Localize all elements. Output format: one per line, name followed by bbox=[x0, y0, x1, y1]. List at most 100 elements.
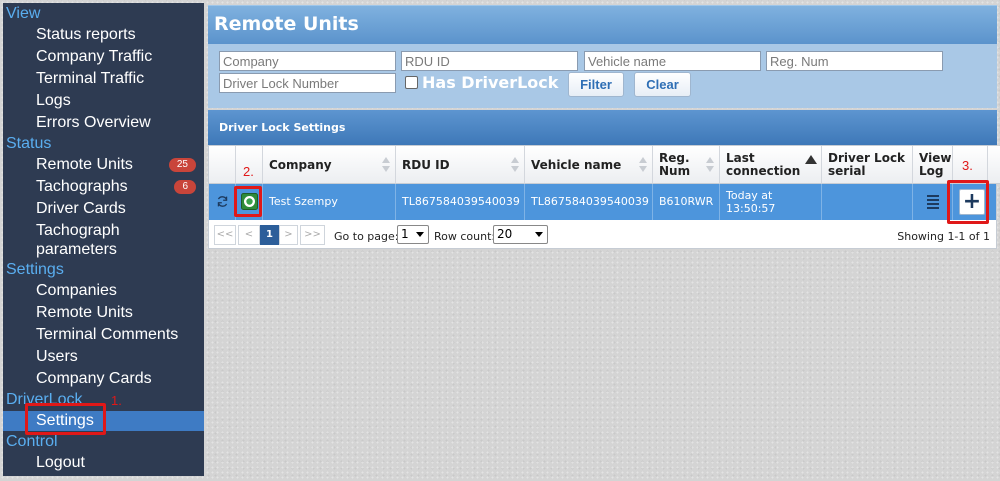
go-to-page-value: 1 bbox=[401, 227, 409, 241]
driver-lock-number-filter-input[interactable] bbox=[219, 73, 396, 93]
vehicle-name-filter-input[interactable] bbox=[584, 51, 761, 71]
col-header-vehicle-name[interactable]: Vehicle name bbox=[525, 146, 653, 184]
next-page-button[interactable]: > bbox=[279, 225, 298, 245]
showing-count: Showing 1-1 of 1 bbox=[897, 230, 990, 243]
col-header-reg-num[interactable]: Reg. Num bbox=[653, 146, 720, 184]
has-driverlock-label: Has DriverLock bbox=[422, 73, 559, 92]
reg-num-filter-input[interactable] bbox=[766, 51, 943, 71]
cell-rdu-id: TL867584039540039 bbox=[396, 184, 525, 220]
sort-icon bbox=[382, 157, 390, 173]
refresh-icon[interactable] bbox=[216, 195, 229, 208]
cell-vehicle-name: TL867584039540039 bbox=[525, 184, 653, 220]
col-header-view-log-line1: View bbox=[919, 151, 952, 165]
filter-bar: Has DriverLock Filter Clear bbox=[208, 44, 997, 108]
cell-spacer bbox=[988, 184, 1000, 220]
cell-last-connection: Today at 13:50:57 bbox=[720, 184, 822, 220]
chevron-down-icon bbox=[416, 232, 424, 237]
section-header-settings: Settings bbox=[6, 261, 64, 278]
row-count-value: 20 bbox=[497, 227, 513, 241]
driverlock-unit-icon[interactable] bbox=[241, 193, 258, 210]
nav-terminal-traffic[interactable]: Terminal Traffic bbox=[3, 69, 204, 89]
col-header-last-connection[interactable]: Last connection bbox=[720, 146, 822, 184]
nav-tachographs-label: Tachographs bbox=[36, 178, 128, 195]
add-driverlock-button[interactable]: + bbox=[959, 189, 985, 215]
col-header-driver-lock-serial[interactable]: Driver Lock serial bbox=[822, 146, 913, 184]
chevron-down-icon bbox=[535, 232, 543, 237]
row-count-select[interactable]: 20 bbox=[493, 225, 548, 244]
section-header-control: Control bbox=[6, 433, 58, 450]
callout-number-3: 3. bbox=[962, 158, 973, 173]
nav-settings-remote-units[interactable]: Remote Units bbox=[3, 303, 204, 323]
table-row[interactable]: Test Szempy TL867584039540039 TL86758403… bbox=[209, 184, 996, 220]
row-driverlock-icon-cell[interactable] bbox=[236, 184, 263, 220]
nav-tachograph-parameters-line2: parameters bbox=[36, 241, 117, 258]
callout-number-1: 1. bbox=[111, 393, 122, 408]
sort-icon bbox=[511, 157, 519, 173]
nav-logout[interactable]: Logout bbox=[3, 453, 204, 473]
cell-add: + bbox=[953, 184, 988, 220]
col-header-refresh bbox=[209, 146, 236, 184]
filter-button[interactable]: Filter bbox=[568, 72, 624, 97]
first-page-button[interactable]: << bbox=[214, 225, 236, 245]
col-header-last-connection-line1: Last bbox=[726, 151, 755, 165]
company-filter-input[interactable] bbox=[219, 51, 396, 71]
cell-view-log[interactable] bbox=[913, 184, 953, 220]
col-header-rdu-id-label: RDU ID bbox=[402, 158, 450, 172]
pager: << < 1 > >> Go to page: 1 Row count: 20 … bbox=[209, 220, 996, 248]
remote-units-table: Company RDU ID Vehicle name Reg. Num Las… bbox=[208, 145, 1000, 249]
cell-last-connection-line1: Today at bbox=[726, 189, 773, 202]
log-list-icon[interactable] bbox=[927, 195, 939, 209]
nav-tachograph-parameters-line1: Tachograph bbox=[36, 222, 120, 239]
go-to-page-select[interactable]: 1 bbox=[397, 225, 429, 244]
nav-errors-overview[interactable]: Errors Overview bbox=[3, 113, 204, 133]
col-header-view-log: View Log bbox=[913, 146, 953, 184]
rdu-id-filter-input[interactable] bbox=[401, 51, 578, 71]
col-header-view-log-line2: Log bbox=[919, 164, 944, 178]
nav-driverlock-settings[interactable]: Settings bbox=[3, 411, 204, 431]
col-header-last-connection-line2: connection bbox=[726, 164, 801, 178]
sort-ascending-icon bbox=[805, 155, 817, 164]
current-page-button[interactable]: 1 bbox=[260, 225, 279, 245]
nav-companies[interactable]: Companies bbox=[3, 281, 204, 301]
remote-units-count-badge: 25 bbox=[168, 158, 196, 172]
section-header-status: Status bbox=[6, 135, 52, 152]
plus-icon: + bbox=[962, 189, 982, 214]
row-refresh-cell[interactable] bbox=[209, 184, 236, 220]
section-header-driverlock: DriverLock bbox=[6, 391, 83, 408]
nav-tachographs[interactable]: Tachographs 6 bbox=[3, 177, 204, 197]
go-to-page-label: Go to page: bbox=[334, 230, 399, 243]
col-header-reg-num-line1: Reg. bbox=[659, 151, 690, 165]
prev-page-button[interactable]: < bbox=[238, 225, 260, 245]
has-driverlock-checkbox[interactable] bbox=[405, 76, 418, 89]
nav-driver-cards[interactable]: Driver Cards bbox=[3, 199, 204, 219]
col-header-driver-lock-serial-line1: Driver Lock bbox=[828, 151, 906, 165]
nav-status-reports[interactable]: Status reports bbox=[3, 25, 204, 45]
page-title: Remote Units bbox=[208, 5, 997, 44]
section-title: Driver Lock Settings bbox=[208, 110, 997, 145]
tachographs-count-badge: 6 bbox=[174, 180, 196, 194]
nav-users[interactable]: Users bbox=[3, 347, 204, 367]
sort-icon bbox=[706, 157, 714, 173]
nav-status-remote-units-label: Remote Units bbox=[36, 156, 133, 173]
col-header-spacer bbox=[988, 146, 1000, 184]
nav-company-traffic[interactable]: Company Traffic bbox=[3, 47, 204, 67]
col-header-company[interactable]: Company bbox=[263, 146, 396, 184]
nav-logs[interactable]: Logs bbox=[3, 91, 204, 111]
nav-tachograph-parameters[interactable]: Tachograph parameters bbox=[3, 221, 204, 259]
has-driverlock-checkbox-group[interactable]: Has DriverLock bbox=[405, 73, 558, 92]
col-header-vehicle-name-label: Vehicle name bbox=[531, 158, 622, 172]
col-header-reg-num-line2: Num bbox=[659, 164, 691, 178]
col-header-driver-lock-serial-line2: serial bbox=[828, 164, 866, 178]
cell-last-connection-line2: 13:50:57 bbox=[726, 202, 776, 215]
cell-company: Test Szempy bbox=[263, 184, 396, 220]
col-header-company-label: Company bbox=[269, 158, 332, 172]
col-header-rdu-id[interactable]: RDU ID bbox=[396, 146, 525, 184]
last-page-button[interactable]: >> bbox=[300, 225, 325, 245]
clear-button[interactable]: Clear bbox=[634, 72, 691, 97]
cell-reg-num: B610RWR bbox=[653, 184, 720, 220]
nav-status-remote-units[interactable]: Remote Units 25 bbox=[3, 155, 204, 175]
nav-terminal-comments[interactable]: Terminal Comments bbox=[3, 325, 204, 345]
sort-icon bbox=[639, 157, 647, 173]
nav-company-cards[interactable]: Company Cards bbox=[3, 369, 204, 389]
cell-driver-lock-serial bbox=[822, 184, 913, 220]
